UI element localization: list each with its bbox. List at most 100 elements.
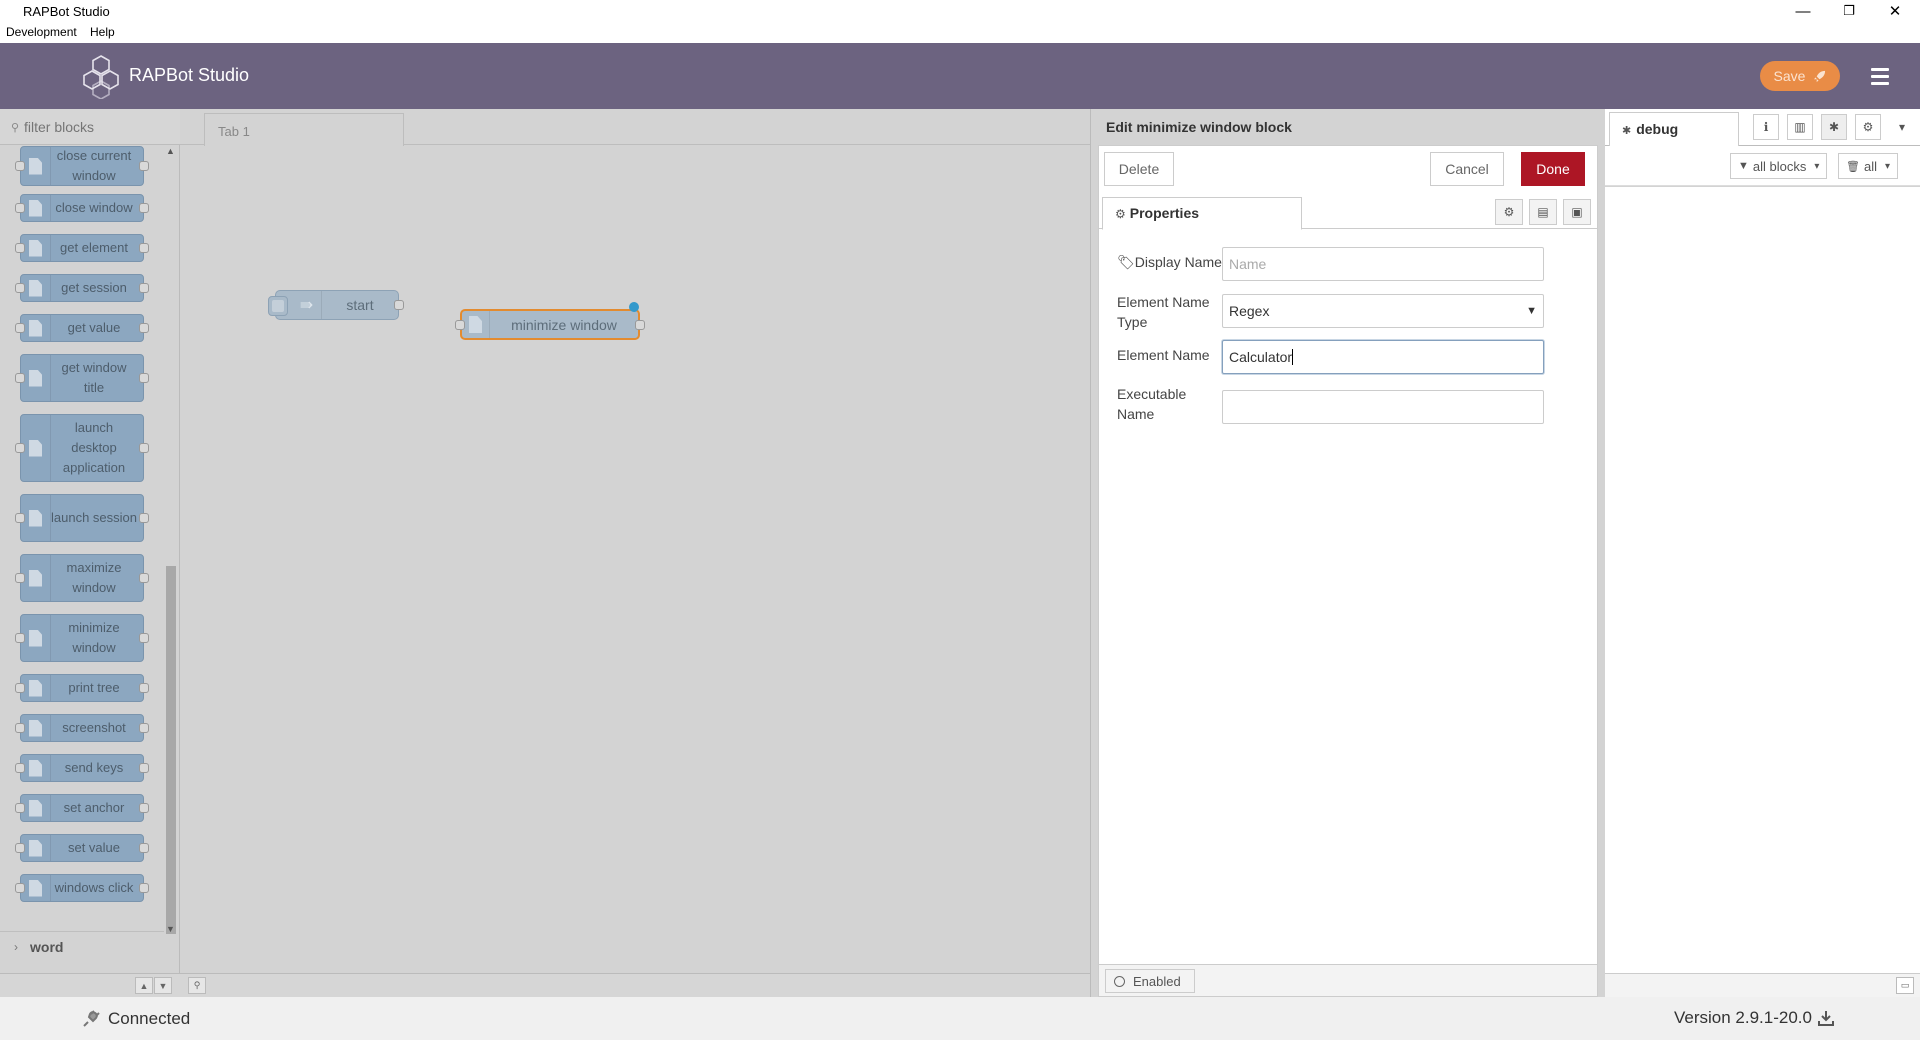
document-icon [21, 315, 51, 341]
done-button[interactable]: Done [1521, 152, 1585, 186]
document-icon [21, 495, 51, 541]
tray-panel: Delete Cancel Done ⚙ Properties ⚙ ▤ ▣ 🏷Di… [1098, 145, 1598, 997]
close-window-button[interactable]: ✕ [1872, 0, 1918, 22]
palette-scrollbar[interactable]: ▲ ▼ [164, 146, 178, 936]
flow-node-minimize-window[interactable]: minimize window [455, 302, 645, 340]
palette-node-set-value[interactable]: set value [15, 834, 149, 862]
flow-canvas[interactable]: ⇛ start minimize window [180, 146, 1090, 1004]
tab-debug[interactable]: ✱ debug [1609, 112, 1739, 147]
executable-name-input[interactable] [1222, 390, 1544, 424]
output-port [139, 803, 149, 813]
document-icon [21, 235, 51, 261]
clear-all-button[interactable]: 🗑 all ▾ [1838, 153, 1899, 179]
element-name-type-select[interactable]: Regex ▼ [1222, 294, 1544, 328]
document-icon [21, 795, 51, 821]
flow-node-start-label: start [346, 297, 374, 313]
tray-footer: Enabled [1099, 964, 1597, 996]
info-icon[interactable]: ℹ [1753, 114, 1779, 140]
output-port [139, 373, 149, 383]
palette-node-screenshot[interactable]: screenshot [15, 714, 149, 742]
tray-title: Edit minimize window block [1106, 119, 1292, 135]
delete-button[interactable]: Delete [1104, 152, 1174, 186]
circle-icon [1114, 975, 1125, 987]
palette-node-get-window-title[interactable]: get window title [15, 354, 149, 402]
palette-category-word[interactable]: › word [0, 931, 164, 961]
document-icon [462, 311, 490, 338]
palette-node-close-current-window[interactable]: close current window [15, 146, 149, 186]
start-toggle[interactable] [268, 296, 288, 316]
settings-gear-icon[interactable]: ⚙ [1495, 199, 1523, 225]
scroll-up-icon[interactable]: ▲ [166, 146, 175, 156]
document-icon [21, 675, 51, 701]
gear-icon[interactable]: ⚙ [1855, 114, 1881, 140]
flow-node-start[interactable]: ⇛ start [268, 290, 404, 320]
palette-node-maximize-window[interactable]: maximize window [15, 554, 149, 602]
palette-node-close-window[interactable]: close window [15, 194, 149, 222]
tab-properties[interactable]: ⚙ Properties [1102, 197, 1302, 230]
output-port[interactable] [394, 300, 404, 310]
workspace-footer: ⚲ [180, 973, 1090, 997]
palette-node-launch-session[interactable]: launch session [15, 494, 149, 542]
appearance-icon[interactable]: ▣ [1563, 199, 1591, 225]
enabled-toggle-button[interactable]: Enabled [1105, 969, 1195, 993]
rocket-icon [1814, 70, 1826, 82]
tray-header: Edit minimize window block [1091, 109, 1599, 145]
trash-icon: 🗑 [1846, 160, 1860, 173]
hamburger-menu-icon[interactable] [1866, 63, 1894, 89]
output-port [139, 283, 149, 293]
hexagon-logo-icon [83, 55, 119, 99]
palette-node-windows-click[interactable]: windows click [15, 874, 149, 902]
sidebar: ✱ debug ℹ ▥ ✱ ⚙ ▾ ▼ all blocks ▾ 🗑 all ▾ ▭ [1598, 109, 1920, 997]
save-button[interactable]: Save [1760, 61, 1840, 91]
bug-tab-icon[interactable]: ✱ [1821, 114, 1847, 140]
palette-node-get-session[interactable]: get session [15, 274, 149, 302]
output-port [139, 723, 149, 733]
sidebar-tabs: ✱ debug ℹ ▥ ✱ ⚙ ▾ [1605, 109, 1920, 147]
flow-workspace: Tab 1 ⇛ start minimize window ⚲ [180, 109, 1090, 1004]
monitor-icon[interactable]: ▭ [1896, 977, 1914, 994]
document-icon [21, 835, 51, 861]
document-icon [21, 195, 51, 221]
palette-node-launch-desktop-application[interactable]: launch desktop application [15, 414, 149, 482]
document-icon [21, 415, 51, 481]
restore-window-button[interactable]: ❐ [1826, 0, 1872, 22]
display-name-input[interactable]: Name [1222, 247, 1544, 281]
minimize-window-button[interactable]: — [1780, 0, 1826, 22]
palette-node-print-tree[interactable]: print tree [15, 674, 149, 702]
palette-node-minimize-window[interactable]: minimize window [15, 614, 149, 662]
tab-1[interactable]: Tab 1 [204, 113, 404, 146]
filter-all-blocks-label: all blocks [1752, 158, 1807, 174]
clear-all-label: all [1863, 158, 1877, 174]
main-area: ⚲ close current window close window get … [0, 109, 1920, 1004]
output-port [139, 573, 149, 583]
expand-all-icon[interactable]: ▼ [154, 977, 172, 994]
book-icon[interactable]: ▥ [1787, 114, 1813, 140]
element-name-input[interactable]: Calculator [1222, 340, 1544, 374]
caret-down-icon[interactable]: ▾ [1889, 114, 1915, 140]
menu-help[interactable]: Help [90, 25, 115, 39]
filter-all-blocks-button[interactable]: ▼ all blocks ▾ [1730, 153, 1828, 179]
document-icon [21, 755, 51, 781]
document-icon [21, 875, 51, 901]
workspace-tabs: Tab 1 [180, 109, 1090, 146]
properties-tabbar: ⚙ Properties ⚙ ▤ ▣ [1099, 195, 1597, 230]
output-port [139, 161, 149, 171]
palette-node-get-element[interactable]: get element [15, 234, 149, 262]
element-name-label: Element Name [1117, 347, 1210, 363]
description-doc-icon[interactable]: ▤ [1529, 199, 1557, 225]
search-icon[interactable]: ⚲ [188, 977, 206, 994]
output-port [139, 883, 149, 893]
menu-development[interactable]: Development [6, 25, 77, 39]
palette-node-send-keys[interactable]: send keys [15, 754, 149, 782]
window-title: RAPBot Studio [23, 4, 110, 19]
filter-blocks-input[interactable] [24, 118, 164, 136]
palette-scroll-thumb[interactable] [166, 566, 176, 934]
filter-icon: ▼ [1738, 160, 1749, 172]
cancel-button[interactable]: Cancel [1430, 152, 1504, 186]
document-icon [21, 355, 51, 401]
scroll-down-icon[interactable]: ▼ [166, 924, 175, 934]
output-port[interactable] [635, 320, 645, 330]
palette-node-set-anchor[interactable]: set anchor [15, 794, 149, 822]
palette-node-get-value[interactable]: get value [15, 314, 149, 342]
collapse-all-icon[interactable]: ▲ [135, 977, 153, 994]
